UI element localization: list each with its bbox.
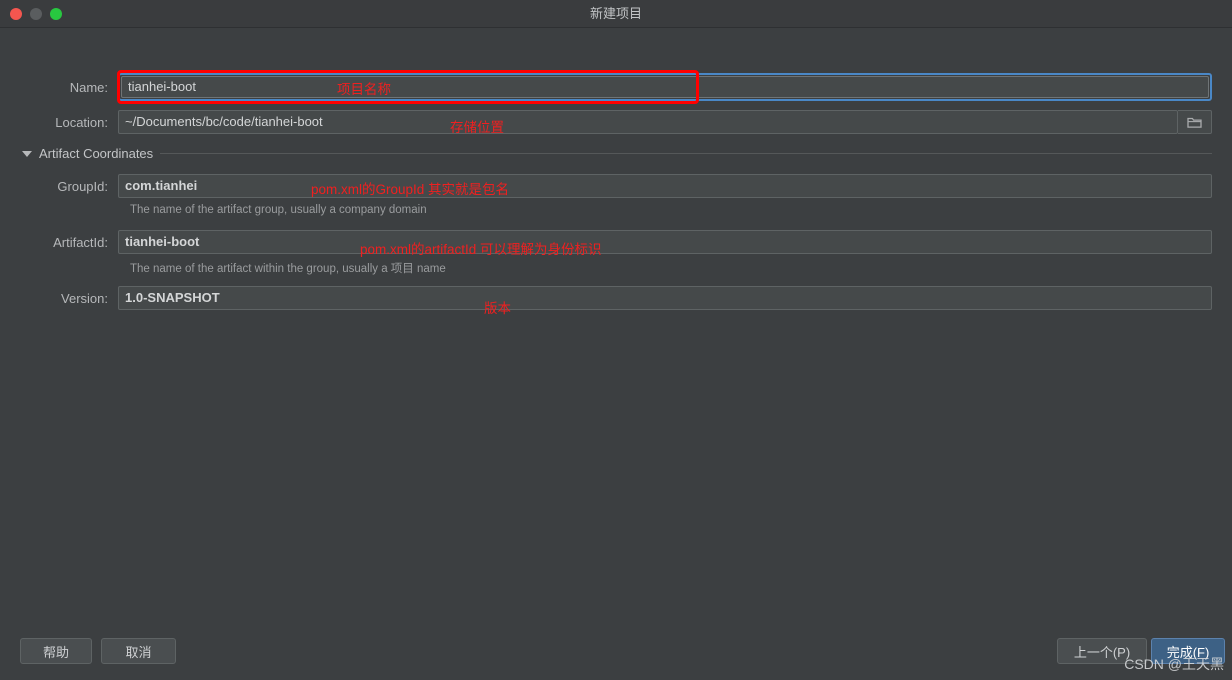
dialog-footer: 帮助 取消 上一个(P) 完成(F) CSDN @王天黑 [0,624,1232,680]
artifact-coordinates-section-header[interactable]: Artifact Coordinates [22,146,1212,161]
location-browse-button[interactable] [1178,110,1212,134]
groupid-input[interactable]: com.tianhei [118,174,1212,198]
artifactid-hint-text: The name of the artifact within the grou… [130,263,446,275]
groupid-hint-text: The name of the artifact group, usually … [130,204,427,216]
name-label: Name: [69,79,108,95]
version-input[interactable]: 1.0-SNAPSHOT [118,286,1212,310]
groupid-label: GroupId: [57,178,108,194]
folder-icon [1187,117,1202,128]
artifactid-input[interactable]: tianhei-boot [118,230,1212,254]
previous-button[interactable]: 上一个(P) [1057,638,1147,664]
artifactid-row: ArtifactId: tianhei-boot [20,230,1212,254]
new-project-dialog: 新建项目 Name: tianhei-boot 项目名称 Location: ~… [0,0,1232,680]
window-title: 新建项目 [589,6,642,21]
name-input[interactable]: tianhei-boot [121,76,1209,98]
artifactid-label: ArtifactId: [53,234,108,250]
groupid-row: GroupId: com.tianhei [20,174,1212,198]
dialog-body: Name: tianhei-boot 项目名称 Location: ~/Docu… [0,28,1232,624]
version-row: Version: 1.0-SNAPSHOT [20,286,1212,310]
cancel-button[interactable]: 取消 [101,638,176,664]
artifact-coordinates-label: Artifact Coordinates [39,146,154,161]
triangle-down-icon [22,150,32,157]
name-row: Name: tianhei-boot [20,73,1212,101]
location-row: Location: ~/Documents/bc/code/tianhei-bo… [20,110,1212,134]
help-button[interactable]: 帮助 [20,638,92,664]
title-bar: 新建项目 [0,0,1232,28]
finish-button[interactable]: 完成(F) [1151,638,1225,664]
section-divider [160,153,1212,154]
location-label: Location: [55,114,108,130]
version-label: Version: [61,290,108,306]
name-input-focus-ring: tianhei-boot [118,73,1212,101]
location-input[interactable]: ~/Documents/bc/code/tianhei-boot [118,110,1178,134]
